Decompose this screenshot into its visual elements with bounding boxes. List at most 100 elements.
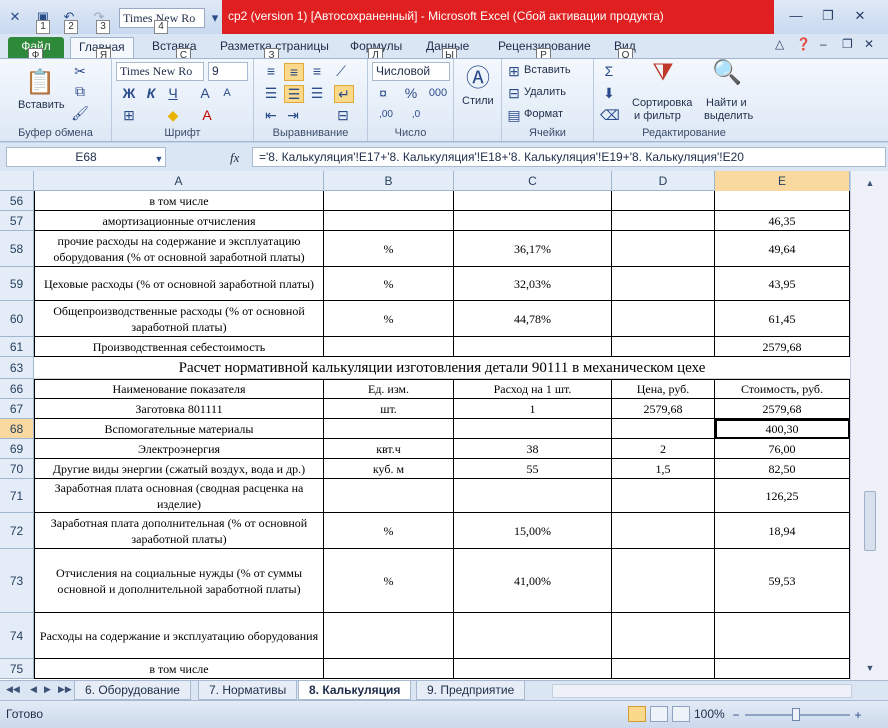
cell-b[interactable]: куб. м <box>324 459 454 479</box>
cell-b[interactable]: квт.ч <box>324 439 454 459</box>
page-layout-view-icon[interactable] <box>650 706 668 722</box>
percent-icon[interactable]: % <box>402 85 420 101</box>
paste-icon[interactable]: 📋 <box>20 69 60 97</box>
cell-a[interactable]: Вспомогательные материалы <box>34 419 324 439</box>
cell-a[interactable]: Общепроизводственные расходы (% от основ… <box>34 301 324 337</box>
copy-icon[interactable]: ⧉ <box>70 83 90 99</box>
cell-d[interactable] <box>612 337 715 357</box>
cell-a[interactable]: Другие виды энергии (сжатый воздух, вода… <box>34 459 324 479</box>
cell-e[interactable]: 126,25 <box>715 479 850 513</box>
cell-e[interactable]: 82,50 <box>715 459 850 479</box>
last-sheet-icon[interactable]: ▶▶ <box>58 684 72 695</box>
row-header[interactable]: 57 <box>0 211 34 231</box>
cell-d[interactable] <box>612 301 715 337</box>
row-header[interactable]: 59 <box>0 267 34 301</box>
cut-icon[interactable]: ✂ <box>70 63 90 79</box>
cell-e[interactable] <box>715 613 850 659</box>
cell-d[interactable]: 2579,68 <box>612 399 715 419</box>
row-header[interactable]: 72 <box>0 513 34 549</box>
autosum-icon[interactable]: Σ <box>600 63 618 79</box>
paste-button[interactable]: Вставить <box>18 99 65 111</box>
cell-d[interactable] <box>612 231 715 267</box>
fill-icon[interactable]: ⬇ <box>600 85 618 101</box>
cell-c[interactable] <box>454 211 612 231</box>
cell-c[interactable]: 36,17% <box>454 231 612 267</box>
cell-b[interactable]: % <box>324 267 454 301</box>
cell-d[interactable] <box>612 513 715 549</box>
row-header[interactable]: 74 <box>0 613 34 659</box>
cell-a[interactable]: Наименование показателя <box>34 379 324 399</box>
align-middle-icon[interactable]: ≡ <box>284 63 304 81</box>
minimize-icon[interactable]: — <box>783 6 809 26</box>
cell-a[interactable]: Заработная плата дополнительная (% от ос… <box>34 513 324 549</box>
cell-b[interactable] <box>324 659 454 679</box>
cell-e[interactable] <box>715 659 850 679</box>
column-header-d[interactable]: D <box>612 171 715 191</box>
minimize-ribbon-icon[interactable]: △ <box>775 37 784 51</box>
cell-b[interactable]: % <box>324 549 454 613</box>
scroll-thumb[interactable] <box>864 491 876 551</box>
increase-decimal-icon[interactable]: ,00 <box>374 107 398 123</box>
sort-filter-button[interactable]: Сортировка <box>632 97 692 109</box>
cell-d[interactable]: 2 <box>612 439 715 459</box>
row-header[interactable]: 70 <box>0 459 34 479</box>
row-header[interactable]: 73 <box>0 549 34 613</box>
grow-font-icon[interactable]: A <box>196 85 214 101</box>
format-painter-icon[interactable]: 🖌 <box>70 105 90 121</box>
prev-sheet-icon[interactable]: ◀ <box>30 684 37 695</box>
decrease-decimal-icon[interactable]: ,0 <box>404 107 428 123</box>
cell-d[interactable] <box>612 613 715 659</box>
cell-c[interactable]: 44,78% <box>454 301 612 337</box>
borders-icon[interactable]: ⊞ <box>120 107 138 123</box>
scroll-down-icon[interactable]: ▼ <box>862 660 878 676</box>
cell-c[interactable] <box>454 613 612 659</box>
row-header[interactable]: 69 <box>0 439 34 459</box>
styles-button[interactable]: Стили <box>462 95 494 107</box>
cell-a[interactable]: Заработная плата основная (сводная расце… <box>34 479 324 513</box>
cell-c[interactable]: 55 <box>454 459 612 479</box>
vertical-scrollbar[interactable]: ▲ ▼ <box>850 171 888 680</box>
help-icon[interactable]: ❓ <box>796 37 811 51</box>
cell-a[interactable]: Производственная себестоимость <box>34 337 324 357</box>
cell-d[interactable] <box>612 659 715 679</box>
underline-icon[interactable]: Ч <box>164 85 182 101</box>
cell-b[interactable] <box>324 211 454 231</box>
wrap-text-icon[interactable]: ↵ <box>334 85 354 103</box>
cell-e[interactable]: 2579,68 <box>715 399 850 419</box>
cell-e[interactable]: 43,95 <box>715 267 850 301</box>
cell-b[interactable] <box>324 337 454 357</box>
page-break-view-icon[interactable] <box>672 706 690 722</box>
cell-a[interactable]: Электроэнергия <box>34 439 324 459</box>
find-select-button-2[interactable]: выделить <box>704 110 753 122</box>
font-size-select[interactable]: 9 <box>208 62 248 81</box>
select-all-corner[interactable] <box>0 171 34 191</box>
doc-restore-icon[interactable]: ❐ <box>842 37 853 51</box>
cell-a[interactable]: в том числе <box>34 191 324 211</box>
italic-icon[interactable]: К <box>142 85 160 101</box>
restore-icon[interactable]: ❐ <box>815 6 841 26</box>
cell-e[interactable]: 400,30 <box>715 419 850 439</box>
row-header[interactable]: 60 <box>0 301 34 337</box>
cell-b[interactable] <box>324 191 454 211</box>
cell-a[interactable]: Заготовка 801111 <box>34 399 324 419</box>
cell-c[interactable] <box>454 419 612 439</box>
column-header-a[interactable]: A <box>34 171 324 191</box>
row-header[interactable]: 58 <box>0 231 34 267</box>
cell-d[interactable] <box>612 549 715 613</box>
row-header[interactable]: 68 <box>0 419 34 439</box>
font-name-select[interactable]: Times New Ro <box>116 62 204 81</box>
bold-icon[interactable]: Ж <box>120 85 138 101</box>
cell-d[interactable]: 1,5 <box>612 459 715 479</box>
delete-cells-button[interactable]: Удалить <box>524 86 566 98</box>
cell-d[interactable] <box>612 211 715 231</box>
cell-c[interactable]: 38 <box>454 439 612 459</box>
insert-function-icon[interactable]: fx <box>230 150 239 166</box>
align-top-icon[interactable]: ≡ <box>262 63 280 79</box>
cell-d[interactable]: Цена, руб. <box>612 379 715 399</box>
normal-view-icon[interactable] <box>628 706 646 722</box>
column-header-c[interactable]: C <box>454 171 612 191</box>
row-header[interactable]: 67 <box>0 399 34 419</box>
row-header[interactable]: 75 <box>0 659 34 679</box>
excel-logo-icon[interactable]: ✕ <box>6 8 24 26</box>
cell-c[interactable] <box>454 659 612 679</box>
